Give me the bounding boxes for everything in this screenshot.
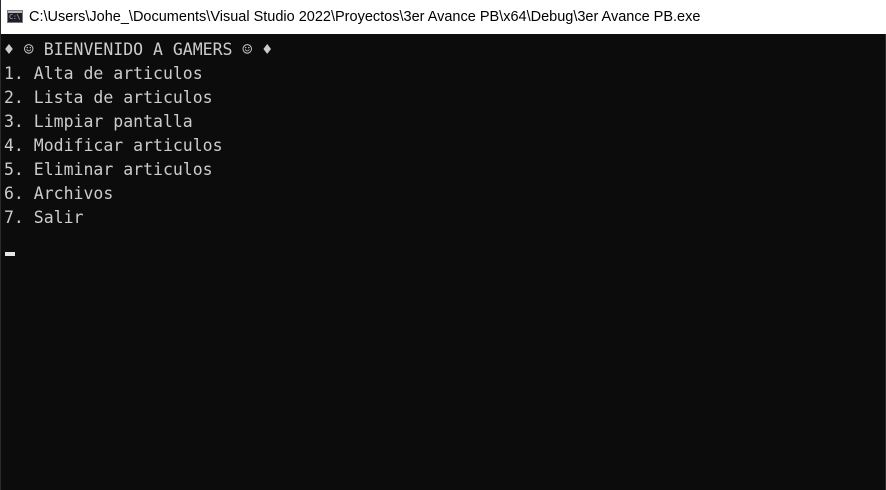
menu-option-3: 3. Limpiar pantalla [4, 112, 193, 131]
menu-option-4: 4. Modificar articulos [4, 136, 223, 155]
welcome-header: ♦ ☺ BIENVENIDO A GAMERS ☺ ♦ [4, 40, 273, 59]
menu-option-2: 2. Lista de articulos [4, 88, 213, 107]
window-title: C:\Users\Johe_\Documents\Visual Studio 2… [29, 9, 701, 25]
console-icon[interactable]: C:\ [7, 10, 23, 23]
console-window[interactable]: C:\ C:\Users\Johe_\Documents\Visual Stud… [0, 0, 886, 490]
title-bar[interactable]: C:\ C:\Users\Johe_\Documents\Visual Stud… [1, 0, 886, 34]
console-icon-glyph: C:\ [9, 13, 21, 21]
menu-option-5: 5. Eliminar articulos [4, 160, 213, 179]
input-line[interactable] [4, 230, 885, 254]
console-output[interactable]: ♦ ☺ BIENVENIDO A GAMERS ☺ ♦ 1. Alta de a… [1, 38, 885, 490]
menu-option-1: 1. Alta de articulos [4, 64, 203, 83]
text-cursor [5, 252, 15, 256]
menu-option-7: 7. Salir [4, 208, 84, 227]
menu-option-6: 6. Archivos [4, 184, 114, 203]
